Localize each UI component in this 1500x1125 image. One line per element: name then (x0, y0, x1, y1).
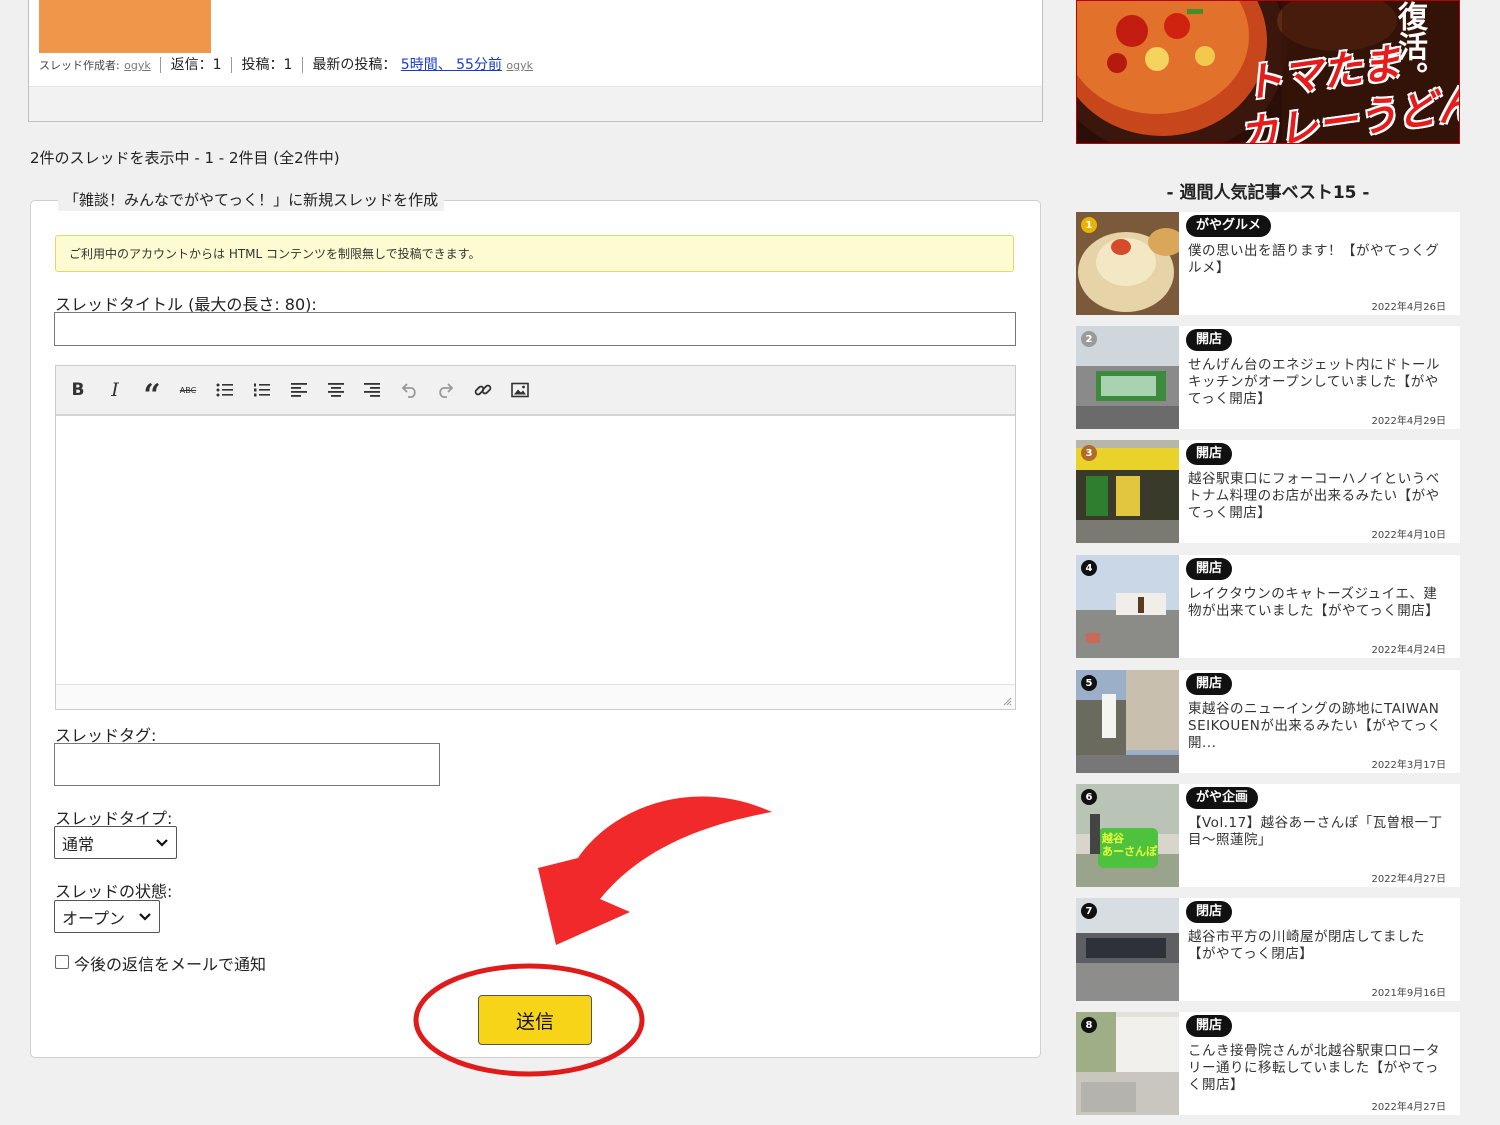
article-date: 2022年4月10日 (1371, 530, 1446, 541)
rich-text-editor[interactable]: B I “ ABC (55, 365, 1016, 710)
resize-grip-icon[interactable] (1002, 696, 1012, 706)
reply-count: 返信：1 (170, 57, 222, 73)
category-tag[interactable]: がや企画 (1186, 787, 1259, 809)
listing-count: 2件のスレッドを表示中 - 1 - 2件目 (全2件中) (30, 149, 340, 167)
meta-divider (231, 57, 233, 73)
sidebar-ranking-title: - 週間人気記事ベスト15 - (1166, 183, 1370, 203)
meta-divider (301, 57, 303, 73)
thread-meta: スレッド作成者: ogyk 返信：1 投稿：1 最新の投稿： 5時間、 55分前… (39, 55, 533, 76)
align-center-icon[interactable] (322, 376, 350, 404)
link-icon[interactable] (469, 376, 497, 404)
ranking-card[interactable]: 1 がやグルメ 僕の思い出を語ります！【がやてっくグルメ】 2022年4月26日 (1076, 212, 1460, 315)
latest-post-link[interactable]: 5時間、 55分前 (401, 57, 502, 73)
editor-toolbar: B I “ ABC (56, 366, 1015, 416)
category-tag[interactable]: 開店 (1186, 443, 1233, 465)
latest-post-label: 最新の投稿： (312, 57, 397, 73)
rank-badge: 3 (1081, 445, 1097, 461)
ranking-card[interactable]: 8 開店 こんき接骨院さんが北越谷駅東口ロータリー通りに移転していました【がやて… (1076, 1012, 1460, 1115)
article-title[interactable]: 越谷駅東口にフォーコーハノイというベトナム料理のお店が出来るみたい【がやてっく開… (1188, 471, 1450, 522)
rank-badge: 7 (1081, 903, 1097, 919)
category-tag[interactable]: 開店 (1186, 329, 1233, 351)
article-title[interactable]: 僕の思い出を語ります！【がやてっくグルメ】 (1188, 243, 1450, 277)
rank-badge: 8 (1081, 1017, 1097, 1033)
category-tag[interactable]: 開店 (1186, 673, 1233, 695)
creator-link[interactable]: ogyk (124, 59, 151, 72)
bold-icon[interactable]: B (64, 376, 92, 404)
strikethrough-icon[interactable]: ABC (174, 376, 202, 404)
article-title[interactable]: 越谷市平方の川崎屋が閉店してました【がやてっく閉店】 (1188, 929, 1450, 963)
italic-icon[interactable]: I (101, 376, 129, 404)
notify-label: 今後の返信をメールで通知 (74, 955, 267, 974)
article-title[interactable]: せんげん台のエネジェット内にドトールキッチンがオープンしていました【がやてっく開… (1188, 357, 1450, 408)
ranking-card[interactable]: 7 閉店 越谷市平方の川崎屋が閉店してました【がやてっく閉店】 2021年9月1… (1076, 898, 1460, 1001)
article-date: 2022年4月27日 (1371, 1102, 1446, 1113)
rank-badge: 2 (1081, 331, 1097, 347)
category-tag[interactable]: 開店 (1186, 1015, 1233, 1037)
article-date: 2022年4月26日 (1371, 302, 1446, 313)
thread-type-select[interactable]: 通常 (54, 826, 177, 859)
article-date: 2022年4月29日 (1371, 416, 1446, 427)
ranking-card[interactable]: 3 開店 越谷駅東口にフォーコーハノイというベトナム料理のお店が出来るみたい【が… (1076, 440, 1460, 543)
category-tag[interactable]: がやグルメ (1186, 215, 1272, 237)
blockquote-icon[interactable]: “ (138, 376, 166, 413)
undo-icon[interactable] (395, 376, 423, 404)
article-date: 2022年4月27日 (1371, 874, 1446, 885)
article-title[interactable]: 東越谷のニューイングの跡地にTAIWAN SEIKOUENが出来るみたい【がやて… (1188, 701, 1450, 752)
html-notice: ご利用中のアカウントからは HTML コンテンツを制限無しで投稿できます。 (55, 235, 1014, 272)
rank-badge: 4 (1081, 560, 1097, 576)
post-count: 投稿：1 (241, 57, 293, 73)
thread-type-value: 通常 (62, 834, 95, 854)
article-title[interactable]: レイクタウンのキャトーズジュイエ、建物が出来ていました【がやてっく開店】 (1188, 586, 1450, 620)
thread-title-input[interactable] (54, 312, 1016, 346)
latest-user-link[interactable]: ogyk (506, 59, 533, 72)
thread-card: スレッド作成者: ogyk 返信：1 投稿：1 最新の投稿： 5時間、 55分前… (28, 0, 1043, 122)
notify-checkbox[interactable] (55, 955, 69, 969)
thread-card-footer (29, 86, 1042, 121)
thumbnail-sign-text: 越谷 あーさんぽ (1102, 832, 1157, 858)
ranking-card[interactable]: 5 開店 東越谷のニューイングの跡地にTAIWAN SEIKOUENが出来るみた… (1076, 670, 1460, 773)
form-legend: 「雑談！みんなでがやてっく！」に新規スレッドを作成 (58, 189, 445, 211)
creator-label: スレッド作成者: (39, 59, 120, 72)
numbered-list-icon[interactable] (248, 376, 276, 404)
category-tag[interactable]: 閉店 (1186, 901, 1233, 923)
ranking-card[interactable]: 越谷 あーさんぽ 6 がや企画 【Vol.17】越谷あーさんぽ「瓦曽根一丁目～照… (1076, 784, 1460, 887)
status-label: スレッドの状態: (55, 882, 173, 901)
chevron-down-icon (139, 912, 151, 921)
redo-icon[interactable] (432, 376, 460, 404)
align-right-icon[interactable] (358, 376, 386, 404)
ranking-card[interactable]: 2 開店 せんげん台のエネジェット内にドトールキッチンがオープンしていました【が… (1076, 326, 1460, 429)
thread-status-value: オープン (62, 908, 126, 928)
article-date: 2022年4月24日 (1371, 645, 1446, 656)
article-date: 2021年9月16日 (1371, 988, 1446, 999)
meta-divider (160, 57, 162, 73)
thread-status-select[interactable]: オープン (54, 900, 160, 933)
thread-thumbnail[interactable] (39, 0, 211, 53)
sidebar-ad-banner[interactable]: 復活。 トマたま カレーうどん (1076, 0, 1460, 144)
article-date: 2022年3月17日 (1371, 760, 1446, 771)
align-left-icon[interactable] (285, 376, 313, 404)
rank-badge: 6 (1081, 789, 1097, 805)
image-icon[interactable] (506, 376, 534, 404)
category-tag[interactable]: 開店 (1186, 558, 1233, 580)
rank-badge: 1 (1081, 217, 1097, 233)
thread-tag-input[interactable] (54, 743, 440, 786)
rank-badge: 5 (1081, 675, 1097, 691)
article-title[interactable]: こんき接骨院さんが北越谷駅東口ロータリー通りに移転していました【がやてっく開店】 (1188, 1043, 1450, 1094)
submit-button[interactable]: 送信 (478, 995, 592, 1045)
bullet-list-icon[interactable] (211, 376, 239, 404)
article-title[interactable]: 【Vol.17】越谷あーさんぽ「瓦曽根一丁目～照蓮院」 (1188, 815, 1450, 849)
editor-statusbar (56, 684, 1015, 709)
chevron-down-icon (156, 838, 168, 847)
ranking-card[interactable]: 4 開店 レイクタウンのキャトーズジュイエ、建物が出来ていました【がやてっく開店… (1076, 555, 1460, 658)
